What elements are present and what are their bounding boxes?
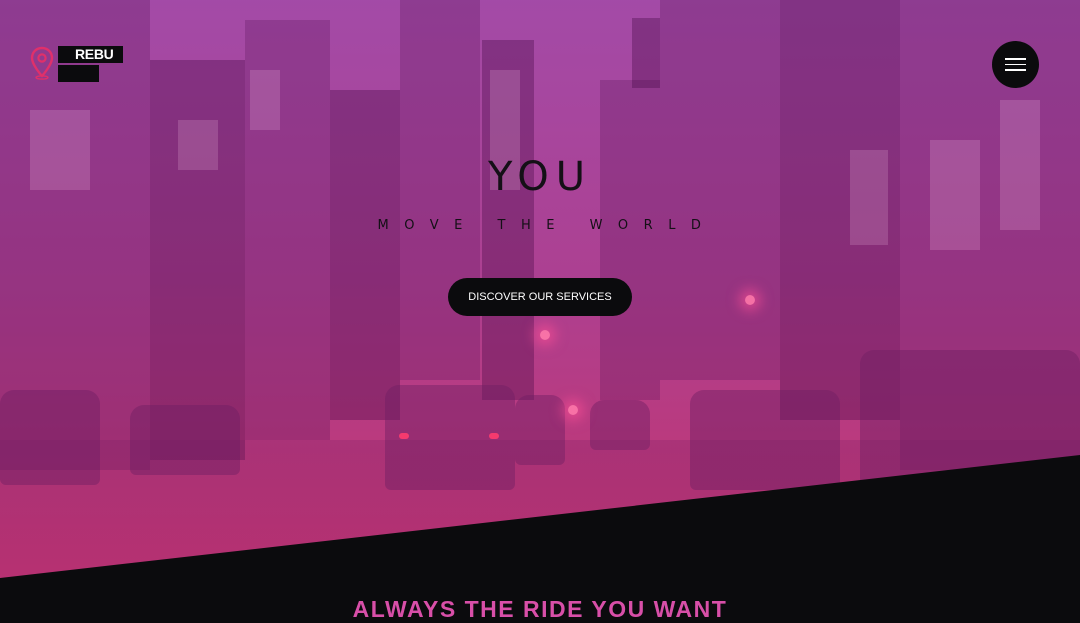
hamburger-menu-icon bbox=[1005, 69, 1026, 71]
hamburger-menu-icon bbox=[1005, 58, 1026, 60]
brand-name: REBU bbox=[58, 46, 123, 63]
brand-logo[interactable]: REBU bbox=[30, 46, 126, 84]
map-pin-icon bbox=[30, 46, 54, 80]
brand-logo-bar bbox=[58, 65, 99, 82]
hero-subtitle: MOVE THE WORLD bbox=[377, 218, 717, 233]
discover-services-button[interactable]: DISCOVER OUR SERVICES bbox=[448, 278, 632, 316]
menu-button[interactable] bbox=[992, 41, 1039, 88]
hamburger-menu-icon bbox=[1005, 63, 1026, 66]
hero-title: YOU bbox=[487, 154, 592, 200]
section-heading: ALWAYS THE RIDE YOU WANT bbox=[352, 596, 728, 622]
